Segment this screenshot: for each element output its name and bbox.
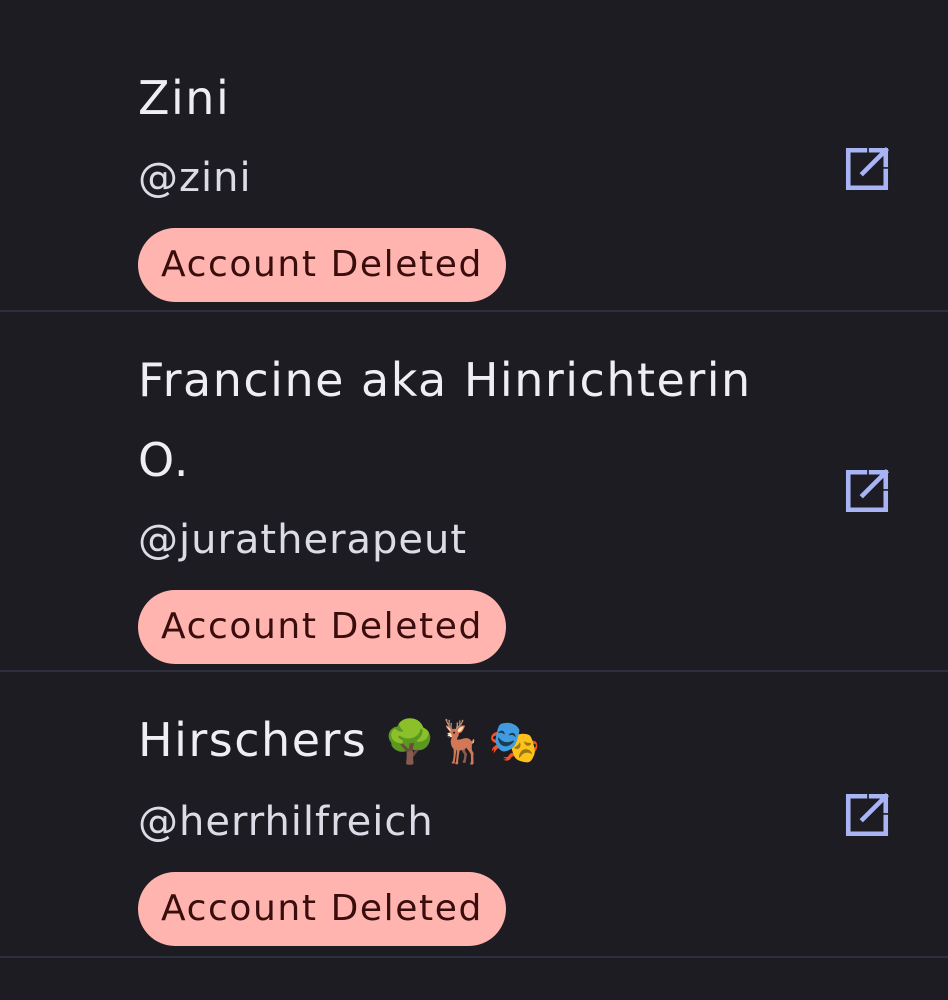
account-list: Zini @zini Account Deleted Francine aka … [0,0,948,1000]
open-external-button[interactable] [842,466,892,516]
list-item[interactable] [0,958,948,1000]
display-name: Zini [138,71,231,125]
display-name-emoji: 🌳🦌🎭 [383,717,541,766]
account-handle: @herrhilfreich [138,799,434,845]
status-badge: Account Deleted [138,590,506,664]
open-external-icon [842,466,892,516]
display-name: Francine aka Hinrichterin O. [138,353,752,487]
open-external-icon [842,790,892,840]
account-info: Francine aka Hinrichterin O. @juratherap… [138,340,798,664]
account-handle: @juratherapeut [138,517,468,563]
open-external-icon [842,144,892,194]
display-name-text: Hirschers [138,713,368,767]
open-external-button[interactable] [842,144,892,194]
status-badge: Account Deleted [138,872,506,946]
account-info: Hirschers 🌳🦌🎭 @herrhilfreich Account Del… [138,700,798,946]
account-handle: @zini [138,155,252,201]
open-external-button[interactable] [842,790,892,840]
list-item[interactable]: Francine aka Hinrichterin O. @juratherap… [0,312,948,672]
list-item[interactable]: Zini @zini Account Deleted [0,0,948,312]
list-item[interactable]: Hirschers 🌳🦌🎭 @herrhilfreich Account Del… [0,672,948,958]
display-name: Hirschers 🌳🦌🎭 [138,700,798,782]
status-badge: Account Deleted [138,228,506,302]
account-info: Zini @zini Account Deleted [138,58,798,302]
